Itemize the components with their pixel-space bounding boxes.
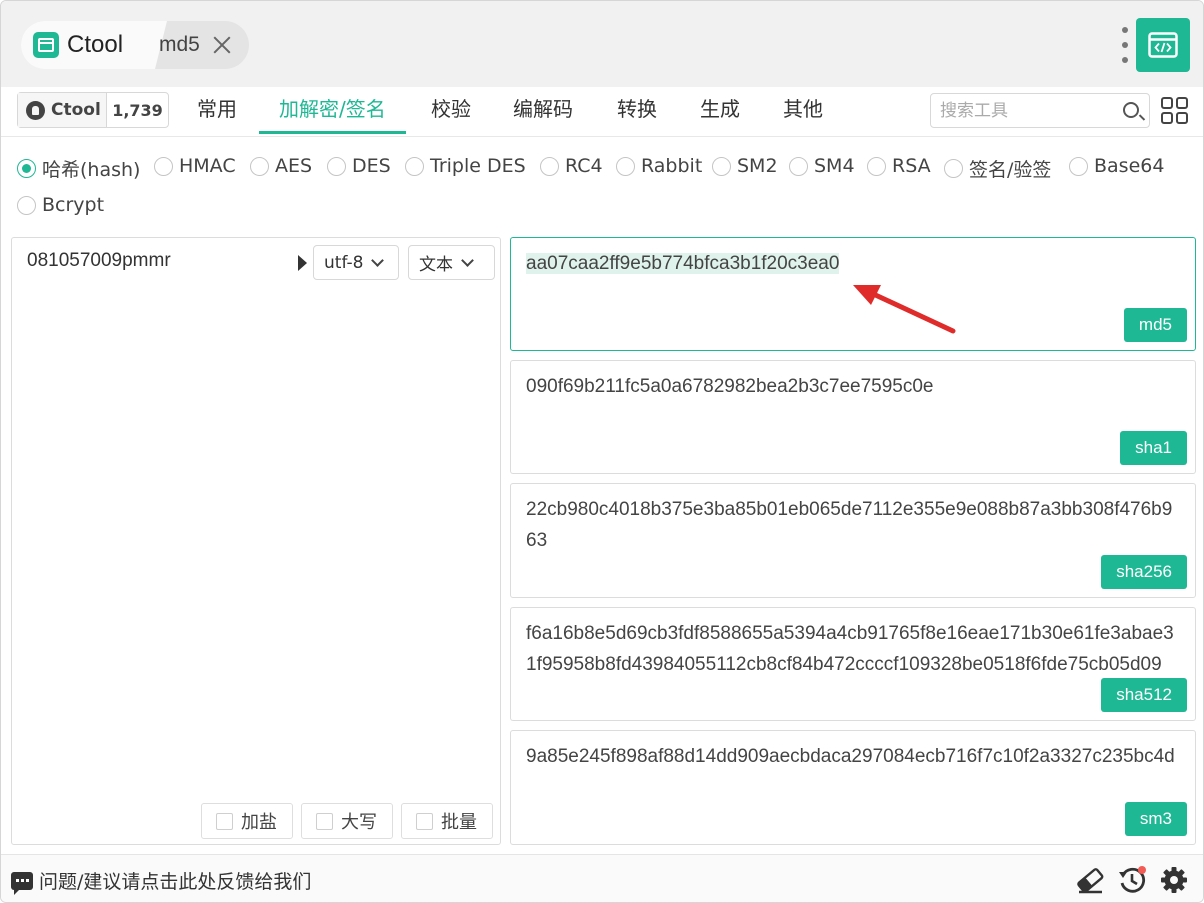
- radio-sm4[interactable]: SM4: [789, 155, 855, 177]
- radio-bcrypt[interactable]: Bcrypt: [17, 194, 104, 216]
- settings-gear-icon[interactable]: [1159, 865, 1189, 895]
- annotation-arrow-icon: [853, 285, 956, 334]
- nav-tab-convert[interactable]: 转换: [617, 87, 657, 134]
- play-arrow-icon[interactable]: [298, 255, 307, 271]
- nav-tab-crypto[interactable]: 加解密/签名: [259, 87, 406, 134]
- chat-icon: [11, 871, 33, 895]
- output-card-sha256[interactable]: 22cb980c4018b375e3ba85b01eb065de7112e355…: [510, 483, 1196, 598]
- eraser-icon[interactable]: [1075, 865, 1105, 895]
- input-type-select[interactable]: 文本: [408, 245, 495, 280]
- radio-sm2[interactable]: SM2: [712, 155, 778, 177]
- output-label-sha256[interactable]: sha256: [1101, 555, 1187, 589]
- output-label-sm3[interactable]: sm3: [1124, 802, 1187, 836]
- radio-hmac[interactable]: HMAC: [154, 155, 236, 177]
- feedback-text: 问题/建议请点击此处反馈给我们: [39, 871, 312, 893]
- nav-tab-check[interactable]: 校验: [431, 87, 471, 134]
- output-card-sha512[interactable]: f6a16b8e5d69cb3fdf8588655a5394a4cb91765f…: [510, 607, 1196, 721]
- nav-tab-generate[interactable]: 生成: [700, 87, 740, 134]
- output-value[interactable]: 9a85e245f898af88d14dd909aecbdaca297084ec…: [526, 741, 1182, 772]
- github-star-button[interactable]: Ctool 1,739: [17, 92, 169, 128]
- output-value[interactable]: f6a16b8e5d69cb3fdf8588655a5394a4cb91765f…: [526, 618, 1182, 680]
- github-icon: [26, 100, 45, 120]
- app-tab[interactable]: Ctool: [21, 21, 167, 69]
- radio-base64[interactable]: Base64: [1069, 155, 1164, 177]
- github-star-count: 1,739: [112, 100, 163, 120]
- nav-tab-common[interactable]: 常用: [197, 87, 237, 134]
- ctool-window: Ctool md5 Ctool 1,739 常用 加解密/签名 校验 编解码 转…: [0, 0, 1204, 903]
- output-label-sha512[interactable]: sha512: [1101, 678, 1187, 712]
- radio-rsa[interactable]: RSA: [867, 155, 931, 177]
- radio-rc4[interactable]: RC4: [540, 155, 603, 177]
- batch-checkbox[interactable]: 批量: [401, 803, 493, 839]
- more-menu-icon[interactable]: [1119, 27, 1131, 63]
- app-name: Ctool: [67, 31, 124, 58]
- chevron-down-icon: [461, 253, 474, 267]
- checkbox-icon: [316, 812, 333, 830]
- code-window-icon[interactable]: [1136, 18, 1190, 72]
- chevron-down-icon: [371, 253, 385, 267]
- tool-tab-md5[interactable]: md5: [159, 21, 232, 69]
- radio-sign-verify[interactable]: 签名/验签: [944, 155, 1051, 182]
- category-nav: Ctool 1,739 常用 加解密/签名 校验 编解码 转换 生成 其他: [1, 87, 1203, 137]
- search-box: [930, 93, 1150, 128]
- nav-tab-other[interactable]: 其他: [783, 87, 823, 134]
- search-icon[interactable]: [1123, 102, 1139, 118]
- input-textarea[interactable]: 081057009pmmr: [27, 250, 171, 272]
- encoding-select[interactable]: utf-8: [313, 245, 399, 280]
- search-input[interactable]: [931, 94, 1111, 127]
- checkbox-icon: [416, 812, 433, 830]
- history-icon[interactable]: [1117, 865, 1147, 895]
- output-value[interactable]: 090f69b211fc5a0a6782982bea2b3c7ee7595c0e: [526, 371, 1182, 402]
- apps-grid-icon[interactable]: [1161, 97, 1188, 124]
- output-card-sm3[interactable]: 9a85e245f898af88d14dd909aecbdaca297084ec…: [510, 730, 1196, 845]
- radio-hash[interactable]: 哈希(hash): [17, 155, 140, 182]
- salt-checkbox[interactable]: 加盐: [201, 803, 293, 839]
- uppercase-checkbox[interactable]: 大写: [301, 803, 393, 839]
- radio-des[interactable]: DES: [327, 155, 391, 177]
- github-label: Ctool: [51, 100, 101, 120]
- radio-rabbit[interactable]: Rabbit: [616, 155, 702, 177]
- radio-triple-des[interactable]: Triple DES: [405, 155, 526, 177]
- tool-tab-label: md5: [159, 33, 200, 56]
- input-panel[interactable]: 081057009pmmr utf-8 文本 加盐 大写 批量: [11, 237, 501, 845]
- checkbox-icon: [216, 812, 233, 830]
- output-value[interactable]: aa07caa2ff9e5b774bfca3b1f20c3ea0: [526, 253, 840, 274]
- footer-bar: 问题/建议请点击此处反馈给我们: [1, 854, 1203, 902]
- close-icon[interactable]: [212, 35, 232, 55]
- output-label-md5[interactable]: md5: [1123, 308, 1187, 342]
- ctool-logo-icon: [33, 32, 59, 58]
- output-card-sha1[interactable]: 090f69b211fc5a0a6782982bea2b3c7ee7595c0e…: [510, 360, 1196, 474]
- radio-aes[interactable]: AES: [250, 155, 312, 177]
- output-label-sha1[interactable]: sha1: [1120, 431, 1187, 465]
- nav-tab-encode[interactable]: 编解码: [513, 87, 573, 134]
- title-bar: Ctool md5: [1, 1, 1203, 87]
- output-value[interactable]: 22cb980c4018b375e3ba85b01eb065de7112e355…: [526, 494, 1182, 556]
- feedback-link[interactable]: 问题/建议请点击此处反馈给我们: [11, 867, 312, 895]
